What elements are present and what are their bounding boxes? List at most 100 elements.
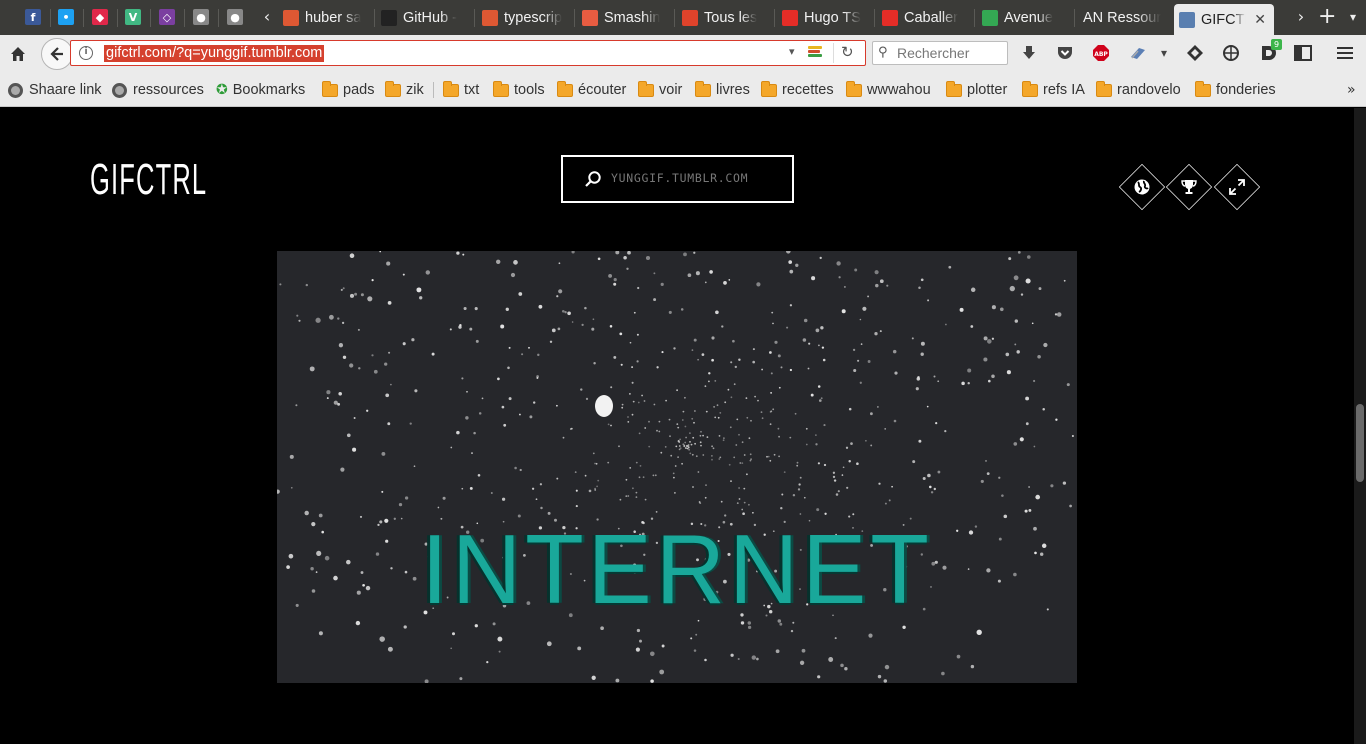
gif-player[interactable]: INTERNET: [277, 251, 1077, 683]
tab[interactable]: Caballer: [877, 4, 972, 32]
synced-tabs-button[interactable]: [1185, 43, 1205, 63]
star-particle: [409, 422, 412, 425]
bookmark-item[interactable]: randovelo: [1096, 80, 1181, 99]
pocket-button[interactable]: [1055, 43, 1075, 63]
star-particle: [724, 401, 727, 404]
pinned-tab[interactable]: ●: [190, 6, 212, 28]
tab[interactable]: Hugo TS: [777, 4, 872, 32]
star-particle: [879, 279, 884, 284]
star-particle: [711, 358, 714, 362]
pinned-tab[interactable]: ●: [224, 6, 246, 28]
bookmark-item[interactable]: écouter: [557, 80, 626, 99]
bookmark-item[interactable]: wwwahou: [846, 80, 931, 99]
star-particle: [704, 385, 707, 388]
url-text[interactable]: gifctrl.com/?q=yunggif.tumblr.com: [104, 45, 325, 62]
tabs-scroll-right-icon[interactable]: ›: [1292, 6, 1310, 28]
all-tabs-dropdown-icon[interactable]: ▾: [1344, 6, 1362, 28]
site-search-value[interactable]: YUNGGIF.TUMBLR.COM: [611, 171, 748, 185]
bookmark-item[interactable]: pads: [322, 80, 374, 99]
star-particle: [1005, 352, 1010, 357]
bookmark-item[interactable]: plotter: [946, 80, 1007, 99]
folder-icon: [846, 80, 862, 97]
star-particle: [767, 455, 770, 458]
tab[interactable]: typescrip: [477, 4, 572, 32]
star-particle: [629, 467, 632, 469]
site-search-field[interactable]: YUNGGIF.TUMBLR.COM: [561, 155, 794, 203]
site-logo[interactable]: GIFCTRL: [90, 155, 207, 205]
close-tab-icon[interactable]: ✕: [1254, 12, 1266, 28]
tab[interactable]: Avenue: [977, 4, 1072, 32]
home-button[interactable]: [8, 44, 28, 64]
bookmark-item[interactable]: voir: [638, 80, 682, 99]
bookmark-item[interactable]: tools: [493, 80, 545, 99]
pinned-tab[interactable]: V: [122, 6, 144, 28]
tab[interactable]: huber sa: [278, 4, 372, 32]
pinned-tab[interactable]: ◆: [89, 6, 111, 28]
pinned-tab[interactable]: ◇: [156, 6, 178, 28]
star-particle: [920, 341, 925, 346]
star-particle: [848, 407, 852, 411]
star-particle: [595, 462, 598, 465]
top-gifs-button[interactable]: [1165, 163, 1213, 211]
bookmark-item[interactable]: ✪ Bookmarks: [216, 81, 305, 99]
tab[interactable]: Tous les: [677, 4, 772, 32]
new-tab-button[interactable]: +: [1318, 6, 1336, 28]
star-particle: [730, 396, 733, 399]
bookmark-item[interactable]: livres: [695, 80, 750, 99]
extension-button[interactable]: [1127, 43, 1149, 63]
star-particle: [631, 381, 634, 384]
star-particle: [692, 486, 694, 488]
star-particle: [738, 433, 740, 436]
bookmark-item[interactable]: ressources: [112, 81, 204, 99]
tab[interactable]: AN Ressour: [1077, 4, 1169, 32]
page-scrollbar[interactable]: [1354, 108, 1366, 744]
menu-button[interactable]: [1335, 43, 1355, 63]
bookmark-item[interactable]: fonderies: [1195, 80, 1276, 99]
star-particle: [875, 283, 879, 288]
bookmark-item[interactable]: Shaare link: [8, 81, 102, 99]
explore-button[interactable]: [1118, 163, 1166, 211]
scrollbar-thumb[interactable]: [1356, 404, 1364, 482]
pinned-tab[interactable]: •: [55, 6, 77, 28]
adblock-button[interactable]: ABP: [1091, 43, 1111, 63]
site-info-icon[interactable]: i: [79, 46, 93, 60]
fullscreen-button[interactable]: [1213, 163, 1261, 211]
browser-search-box[interactable]: ⚲ Rechercher: [872, 41, 1008, 65]
star-particle: [832, 471, 836, 474]
downloads-button[interactable]: [1019, 43, 1039, 63]
tabs-scroll-left-icon[interactable]: ‹: [258, 6, 276, 28]
reader-feed-icon[interactable]: [808, 46, 824, 60]
tab-active[interactable]: GIFCTRL ✕: [1174, 4, 1274, 35]
extension-menu-dropdown-icon[interactable]: ▾: [1157, 43, 1171, 63]
star-particle: [570, 427, 573, 430]
star-particle: [551, 328, 556, 333]
back-button[interactable]: [41, 38, 73, 70]
star-particle: [295, 404, 298, 407]
star-particle: [807, 367, 810, 370]
bookmark-item[interactable]: recettes: [761, 80, 834, 99]
star-particle: [661, 351, 664, 354]
star-particle: [711, 455, 713, 457]
history-dropdown-icon[interactable]: ▾: [789, 45, 795, 58]
tab[interactable]: Smashin: [577, 4, 672, 32]
bookmark-item[interactable]: zik: [385, 80, 424, 99]
sidebar-button[interactable]: [1293, 43, 1313, 63]
bookmarks-overflow-button[interactable]: »: [1347, 81, 1356, 99]
bookmark-item[interactable]: txt: [443, 80, 479, 99]
star-particle: [558, 289, 563, 294]
star-particle: [352, 447, 357, 452]
star-particle: [714, 416, 717, 419]
addon-with-badge-button[interactable]: 9: [1256, 39, 1282, 65]
star-particle: [711, 336, 715, 340]
address-bar[interactable]: i gifctrl.com/?q=yunggif.tumblr.com ▾ ↻: [70, 40, 866, 66]
star-particle: [386, 261, 391, 266]
pinned-tab[interactable]: f: [22, 6, 44, 28]
star-particle: [456, 251, 460, 255]
star-particle: [750, 458, 752, 461]
reload-icon[interactable]: ↻: [841, 43, 854, 61]
star-particle: [1042, 408, 1045, 411]
star-particle: [684, 396, 686, 399]
bookmark-item[interactable]: refs IA: [1022, 80, 1085, 99]
tab[interactable]: GitHub -: [376, 4, 472, 32]
web-developer-button[interactable]: [1221, 43, 1241, 63]
